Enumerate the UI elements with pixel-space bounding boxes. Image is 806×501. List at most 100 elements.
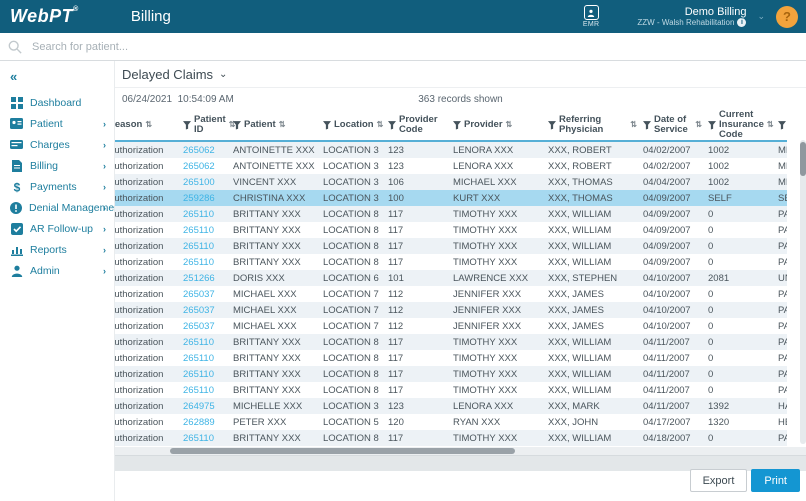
table-cell: BRITTANY XXX [230, 238, 320, 254]
table-row[interactable]: Authorization259286CHRISTINA XXXLOCATION… [115, 190, 787, 206]
table-row[interactable]: Authorization264975MICHELLE XXXLOCATION … [115, 398, 787, 414]
chevron-down-icon[interactable]: ⌄ [757, 11, 765, 22]
sidebar-item-reports[interactable]: Reports› [0, 239, 114, 260]
patient-id-link[interactable]: 265110 [180, 206, 230, 222]
table-cell: 0 [705, 238, 775, 254]
column-header-date-of-service[interactable]: Date of Service⇅ [640, 110, 705, 141]
filter-icon[interactable] [643, 121, 651, 130]
table-cell: PA [775, 318, 787, 334]
column-header-location[interactable]: Location⇅ [320, 110, 385, 141]
horizontal-scrollbar-thumb[interactable] [170, 448, 515, 454]
sidebar-item-billing[interactable]: Billing› [0, 155, 114, 176]
table-cell: XXX, WILLIAM [545, 382, 640, 398]
table-cell: TIMOTHY XXX [450, 430, 545, 446]
patient-id-link[interactable]: 265037 [180, 318, 230, 334]
sidebar-item-label: Charges [30, 139, 70, 151]
patient-id-link[interactable]: 264975 [180, 398, 230, 414]
info-icon[interactable]: i [737, 18, 746, 27]
column-header-referring-physician[interactable]: Referring Physician⇅ [545, 110, 640, 141]
sidebar-item-patient[interactable]: Patient› [0, 113, 114, 134]
table-row[interactable]: Authorization265110BRITTANY XXXLOCATION … [115, 222, 787, 238]
emr-switcher[interactable]: EMR [583, 5, 599, 28]
sidebar-item-dashboard[interactable]: Dashboard [0, 92, 114, 113]
table-row[interactable]: Authorization265062ANTOINETTE XXXLOCATIO… [115, 158, 787, 174]
table-row[interactable]: Authorization265110BRITTANY XXXLOCATION … [115, 366, 787, 382]
patient-id-link[interactable]: 265037 [180, 302, 230, 318]
table-row[interactable]: Authorization265037MICHAEL XXXLOCATION 7… [115, 318, 787, 334]
sidebar-item-ar-follow-up[interactable]: AR Follow-up› [0, 218, 114, 239]
column-header-provider[interactable]: Provider⇅ [450, 110, 545, 141]
table-row[interactable]: Authorization265110BRITTANY XXXLOCATION … [115, 430, 787, 446]
table-cell: LOCATION 3 [320, 174, 385, 190]
patient-id-link[interactable]: 265062 [180, 158, 230, 174]
table-cell: 0 [705, 382, 775, 398]
column-header-patient-id[interactable]: Patient ID⇅ [180, 110, 230, 141]
table-row[interactable]: Authorization265037MICHAEL XXXLOCATION 7… [115, 302, 787, 318]
patient-id-link[interactable]: 265110 [180, 254, 230, 270]
chevron-right-icon: › [103, 266, 106, 276]
horizontal-scrollbar[interactable] [115, 447, 806, 455]
chevron-right-icon: › [103, 224, 106, 234]
filter-icon[interactable] [778, 121, 786, 130]
table-row[interactable]: Authorization265110BRITTANY XXXLOCATION … [115, 382, 787, 398]
column-header-reason[interactable]: Reason⇅ [115, 110, 180, 141]
filter-icon[interactable] [233, 121, 241, 130]
sidebar-item-charges[interactable]: Charges› [0, 134, 114, 155]
filter-icon[interactable] [323, 121, 331, 130]
main-content: Delayed Claims ⌄ 06/24/2021 10:54:09 AM … [115, 61, 806, 501]
sidebar-item-admin[interactable]: Admin› [0, 260, 114, 281]
sidebar-item-payments[interactable]: $Payments› [0, 176, 114, 197]
column-header-provider-code[interactable]: Provider Code [385, 110, 450, 141]
patient-id-link[interactable]: 251266 [180, 270, 230, 286]
sidebar-item-denial-management[interactable]: Denial Management› [0, 197, 114, 218]
table-cell: XXX, JOHN [545, 414, 640, 430]
patient-id-link[interactable]: 265037 [180, 286, 230, 302]
table-cell: PA [775, 366, 787, 382]
filter-icon[interactable] [548, 121, 556, 130]
table-row[interactable]: Authorization265100VINCENT XXXLOCATION 3… [115, 174, 787, 190]
table-row[interactable]: Authorization265110BRITTANY XXXLOCATION … [115, 350, 787, 366]
table-row[interactable]: Authorization265110BRITTANY XXXLOCATION … [115, 206, 787, 222]
app-title: Billing [131, 8, 171, 25]
table-row[interactable]: Authorization251266DORIS XXXLOCATION 610… [115, 270, 787, 286]
patient-id-link[interactable]: 265110 [180, 430, 230, 446]
report-dropdown-chevron-icon[interactable]: ⌄ [219, 69, 227, 80]
table-cell: LOCATION 7 [320, 286, 385, 302]
search-input[interactable] [30, 40, 334, 54]
filter-icon[interactable] [453, 121, 461, 130]
table-cell: XXX, WILLIAM [545, 238, 640, 254]
table-cell: 04/10/2007 [640, 318, 705, 334]
vertical-scrollbar-thumb[interactable] [800, 142, 806, 176]
table-row[interactable]: Authorization262889PETER XXXLOCATION 512… [115, 414, 787, 430]
patient-id-link[interactable]: 265110 [180, 366, 230, 382]
vertical-scrollbar[interactable] [800, 140, 806, 444]
patient-id-link[interactable]: 259286 [180, 190, 230, 206]
print-button[interactable]: Print [751, 469, 800, 492]
patient-id-link[interactable]: 265100 [180, 174, 230, 190]
patient-id-link[interactable]: 265110 [180, 382, 230, 398]
sidebar-collapse-button[interactable]: « [0, 67, 114, 92]
export-button[interactable]: Export [690, 469, 748, 492]
patient-id-link[interactable]: 265110 [180, 222, 230, 238]
patient-id-link[interactable]: 262889 [180, 414, 230, 430]
patient-id-link[interactable]: 265110 [180, 350, 230, 366]
column-header-patient[interactable]: Patient⇅ [230, 110, 320, 141]
filter-icon[interactable] [708, 121, 716, 130]
table-row[interactable]: Authorization265110BRITTANY XXXLOCATION … [115, 238, 787, 254]
patient-id-link[interactable]: 265110 [180, 238, 230, 254]
filter-icon[interactable] [183, 121, 191, 130]
table-cell: 0 [705, 334, 775, 350]
table-row[interactable]: Authorization265062ANTOINETTE XXXLOCATIO… [115, 141, 787, 158]
filter-icon[interactable] [388, 121, 396, 130]
table-row[interactable]: Authorization265110BRITTANY XXXLOCATION … [115, 254, 787, 270]
table-cell: 117 [385, 238, 450, 254]
column-header-c[interactable]: C [775, 110, 787, 141]
help-avatar[interactable]: ? [776, 6, 798, 28]
dollar-icon: $ [10, 180, 23, 193]
table-cell: XXX, WILLIAM [545, 254, 640, 270]
patient-id-link[interactable]: 265110 [180, 334, 230, 350]
patient-id-link[interactable]: 265062 [180, 141, 230, 158]
column-header-current-insurance-code[interactable]: Current Insurance Code⇅ [705, 110, 775, 141]
table-row[interactable]: Authorization265110BRITTANY XXXLOCATION … [115, 334, 787, 350]
table-row[interactable]: Authorization265037MICHAEL XXXLOCATION 7… [115, 286, 787, 302]
